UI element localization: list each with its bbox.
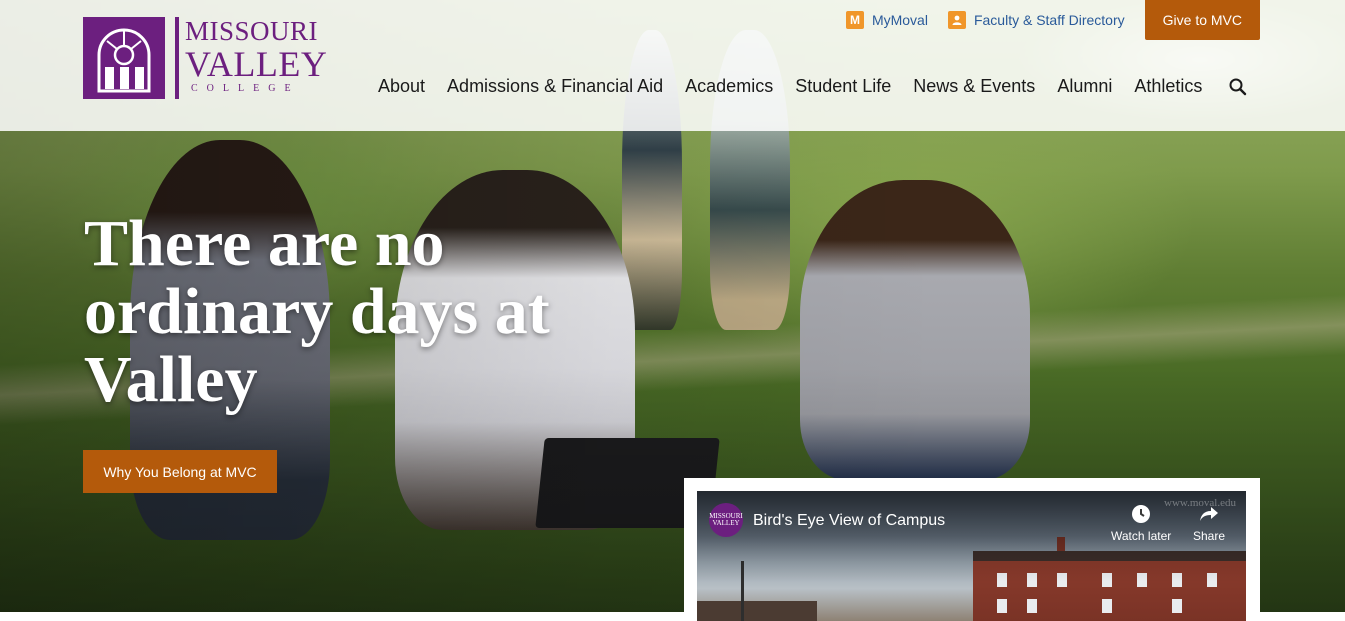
nav-news-events[interactable]: News & Events (913, 76, 1035, 97)
why-you-belong-button[interactable]: Why You Belong at MVC (83, 450, 277, 493)
directory-label: Faculty & Staff Directory (973, 12, 1125, 28)
share-label: Share (1193, 529, 1226, 543)
logo-line-3: COLLEGE (191, 83, 300, 94)
mymoval-icon: M (845, 11, 864, 29)
mymoval-label: MyMoval (871, 12, 928, 28)
search-icon[interactable] (1228, 77, 1248, 97)
watch-later-label: Watch later (1111, 529, 1172, 543)
video-card: www.moval.edu MISSOURI VALLEY Bird's Eye… (684, 478, 1260, 621)
mymoval-link[interactable]: M MyMoval (845, 0, 928, 40)
logo-divider (175, 17, 179, 99)
nav-alumni[interactable]: Alumni (1057, 76, 1112, 97)
nav-athletics[interactable]: Athletics (1134, 76, 1202, 97)
utility-bar: M MyMoval Faculty & Staff Directory Give… (845, 0, 1260, 40)
nav-student-life[interactable]: Student Life (795, 76, 891, 97)
clock-icon (1132, 505, 1151, 523)
main-nav: About Admissions & Financial Aid Academi… (378, 76, 1202, 97)
logo-wordmark: MISSOURI VALLEY COLLEGE (185, 17, 327, 94)
directory-link[interactable]: Faculty & Staff Directory (947, 0, 1125, 40)
logo-line-1: MISSOURI (185, 16, 319, 46)
watch-later-button[interactable]: Watch later (1111, 503, 1171, 543)
video-title[interactable]: Bird's Eye View of Campus (753, 512, 945, 530)
college-logo[interactable]: MISSOURI VALLEY COLLEGE (83, 17, 343, 101)
channel-logo[interactable]: MISSOURI VALLEY (709, 503, 743, 537)
logo-window-icon (83, 17, 165, 99)
share-icon (1200, 507, 1219, 521)
nav-admissions[interactable]: Admissions & Financial Aid (447, 76, 663, 97)
nav-about[interactable]: About (378, 76, 425, 97)
person-icon (947, 11, 966, 29)
hero-headline: There are no ordinary days at Valley (84, 207, 550, 416)
channel-logo-line-2: VALLEY (712, 519, 740, 527)
share-button[interactable]: Share (1193, 503, 1225, 543)
site-header: MISSOURI VALLEY COLLEGE M MyMoval Facult… (0, 0, 1345, 131)
youtube-video[interactable]: www.moval.edu MISSOURI VALLEY Bird's Eye… (697, 491, 1246, 621)
logo-line-2: VALLEY (185, 44, 328, 84)
nav-academics[interactable]: Academics (685, 76, 773, 97)
give-button[interactable]: Give to MVC (1144, 0, 1260, 40)
